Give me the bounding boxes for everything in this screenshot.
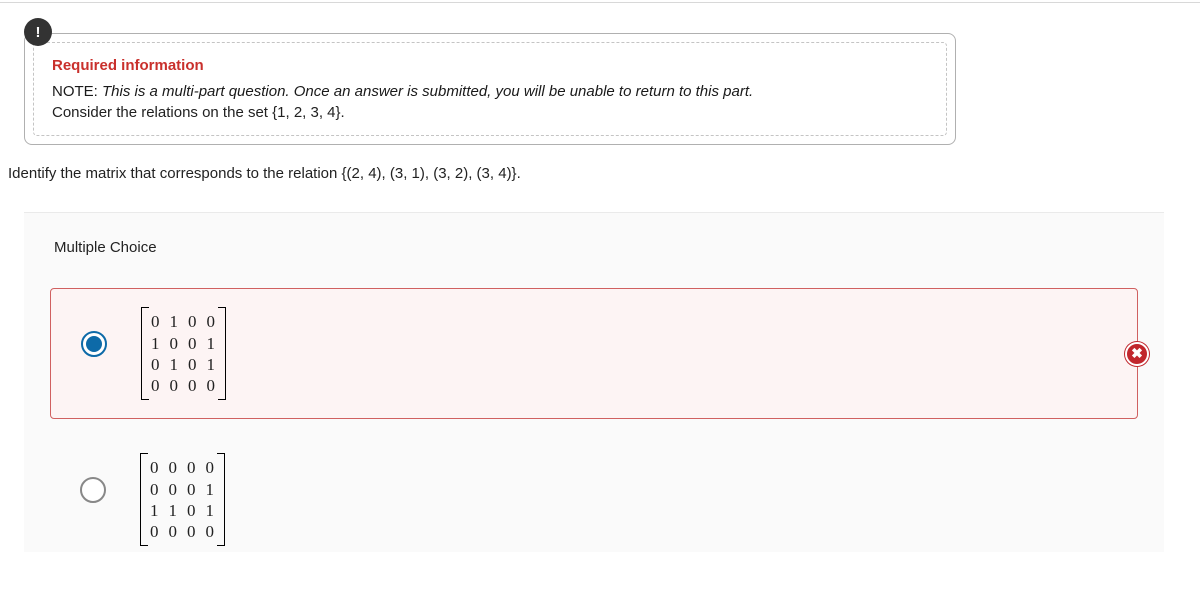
incorrect-icon: ✖: [1125, 342, 1149, 366]
question-text: Identify the matrix that corresponds to …: [8, 165, 1200, 182]
matrix-option-2: 0 0 0 0 0 0 0 1 1 1 0 1 0 0 0 0: [140, 453, 225, 546]
note-italic: This is a multi-part question. Once an a…: [102, 83, 753, 100]
choice-option-1[interactable]: 0 1 0 0 1 0 0 1 0 1 0 1 0 0 0 0 ✖: [50, 288, 1138, 419]
radio-unselected-icon[interactable]: [80, 477, 106, 503]
matrix-row: 0 0 0 0: [150, 521, 215, 542]
matrix-row: 0 0 0 1: [150, 479, 215, 500]
matrix-row: 1 0 0 1: [151, 333, 216, 354]
matrix-row: 0 0 0 0: [150, 457, 215, 478]
radio-selected-icon[interactable]: [81, 331, 107, 357]
multiple-choice-panel: Multiple Choice 0 1 0 0 1 0 0 1 0 1 0 1 …: [24, 212, 1164, 552]
note-line: NOTE: This is a multi-part question. Onc…: [52, 82, 928, 102]
multiple-choice-label: Multiple Choice: [24, 239, 1164, 256]
consider-line: Consider the relations on the set {1, 2,…: [52, 104, 928, 121]
info-icon: !: [24, 18, 52, 46]
matrix-row: 0 1 0 1: [151, 354, 216, 375]
required-info-title: Required information: [52, 57, 928, 74]
matrix-option-1: 0 1 0 0 1 0 0 1 0 1 0 1 0 0 0 0: [141, 307, 226, 400]
matrix-row: 1 1 0 1: [150, 500, 215, 521]
matrix-row: 0 0 0 0: [151, 375, 216, 396]
required-info-box: ! Required information NOTE: This is a m…: [24, 33, 956, 145]
note-prefix: NOTE:: [52, 83, 102, 100]
matrix-row: 0 1 0 0: [151, 311, 216, 332]
choice-option-2[interactable]: 0 0 0 0 0 0 0 1 1 1 0 1 0 0 0 0: [50, 447, 1138, 552]
